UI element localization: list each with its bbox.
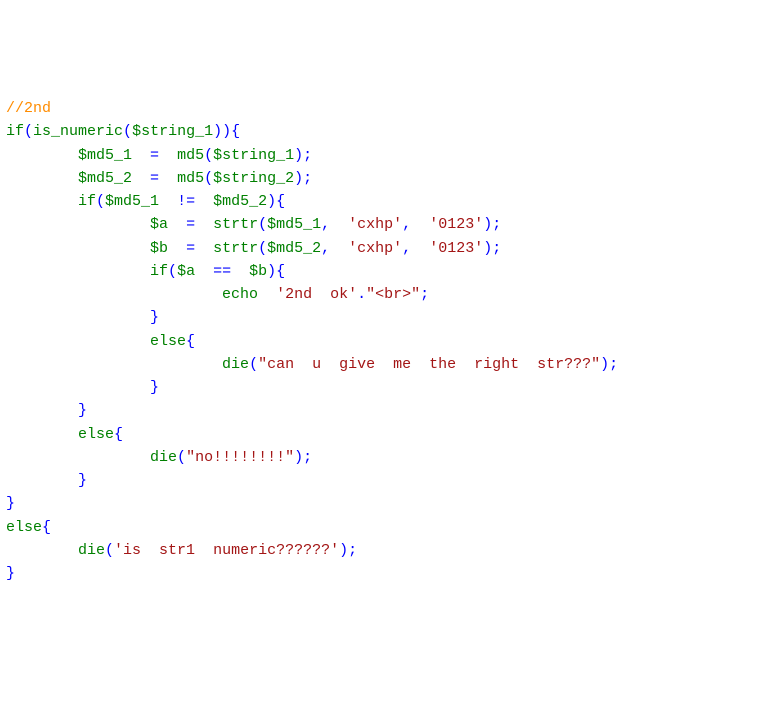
fn-die: die	[78, 542, 105, 559]
fn-die: die	[222, 356, 249, 373]
keyword-else: else	[150, 333, 186, 350]
keyword-else: else	[78, 426, 114, 443]
brace-close: }	[78, 472, 87, 489]
keyword-echo: echo	[222, 286, 258, 303]
comma: ,	[321, 216, 330, 233]
str-cant-give: "can u give me the right str???"	[258, 356, 600, 373]
str-cxhp: 'cxhp'	[348, 216, 402, 233]
brace-open: {	[276, 263, 285, 280]
keyword-if: if	[150, 263, 168, 280]
brace-close: }	[78, 402, 87, 419]
fn-die: die	[150, 449, 177, 466]
paren-close: )	[267, 263, 276, 280]
op-eq: ==	[213, 263, 231, 280]
semi: ;	[303, 147, 312, 164]
op-neq: !=	[177, 193, 195, 210]
semi: ;	[303, 170, 312, 187]
paren-open: (	[168, 263, 177, 280]
paren-open: (	[258, 216, 267, 233]
brace-close: }	[6, 565, 15, 582]
paren-open: (	[96, 193, 105, 210]
fn-md5: md5	[177, 147, 204, 164]
op-assign: =	[150, 147, 159, 164]
str-is-str1: 'is str1 numeric??????'	[114, 542, 339, 559]
semi: ;	[420, 286, 429, 303]
var-string-1: $string_1	[132, 123, 213, 140]
var-b: $b	[150, 240, 168, 257]
paren-close: )	[483, 216, 492, 233]
paren-open: (	[24, 123, 33, 140]
str-br: "<br>"	[366, 286, 420, 303]
var-a: $a	[177, 263, 195, 280]
paren-open: (	[105, 542, 114, 559]
keyword-if: if	[78, 193, 96, 210]
op-assign: =	[150, 170, 159, 187]
paren-close: )	[483, 240, 492, 257]
paren-close: )	[339, 542, 348, 559]
var-md5-2: $md5_2	[213, 193, 267, 210]
var-md5-1: $md5_1	[267, 216, 321, 233]
semi: ;	[492, 216, 501, 233]
code-block: //2nd if(is_numeric($string_1)){ $md5_1 …	[6, 97, 765, 585]
semi: ;	[348, 542, 357, 559]
var-md5-2: $md5_2	[78, 170, 132, 187]
fn-strtr: strtr	[213, 240, 258, 257]
semi: ;	[492, 240, 501, 257]
brace-open: {	[276, 193, 285, 210]
comma: ,	[321, 240, 330, 257]
comment: //2nd	[6, 100, 51, 117]
paren-close: )	[294, 147, 303, 164]
paren-open: (	[177, 449, 186, 466]
paren-close: )	[222, 123, 231, 140]
op-concat: .	[357, 286, 366, 303]
brace-open: {	[114, 426, 123, 443]
var-md5-2: $md5_2	[267, 240, 321, 257]
paren-open: (	[204, 147, 213, 164]
brace-close: }	[6, 495, 15, 512]
str-0123: '0123'	[429, 216, 483, 233]
keyword-else: else	[6, 519, 42, 536]
brace-close: }	[150, 309, 159, 326]
str-2nd-ok: '2nd ok'	[276, 286, 357, 303]
var-a: $a	[150, 216, 168, 233]
brace-close: }	[150, 379, 159, 396]
paren-close: )	[294, 449, 303, 466]
comma: ,	[402, 240, 411, 257]
var-md5-1: $md5_1	[78, 147, 132, 164]
paren-close: )	[600, 356, 609, 373]
paren-close: )	[267, 193, 276, 210]
paren-open: (	[123, 123, 132, 140]
keyword-if: if	[6, 123, 24, 140]
fn-strtr: strtr	[213, 216, 258, 233]
str-no: "no!!!!!!!!"	[186, 449, 294, 466]
comma: ,	[402, 216, 411, 233]
semi: ;	[303, 449, 312, 466]
var-b: $b	[249, 263, 267, 280]
fn-md5: md5	[177, 170, 204, 187]
paren-close: )	[294, 170, 303, 187]
brace-open: {	[42, 519, 51, 536]
var-string-1: $string_1	[213, 147, 294, 164]
paren-open: (	[204, 170, 213, 187]
op-assign: =	[186, 216, 195, 233]
op-assign: =	[186, 240, 195, 257]
str-cxhp: 'cxhp'	[348, 240, 402, 257]
var-string-2: $string_2	[213, 170, 294, 187]
semi: ;	[609, 356, 618, 373]
var-md5-1: $md5_1	[105, 193, 159, 210]
fn-is-numeric: is_numeric	[33, 123, 123, 140]
paren-close: )	[213, 123, 222, 140]
paren-open: (	[258, 240, 267, 257]
paren-open: (	[249, 356, 258, 373]
str-0123: '0123'	[429, 240, 483, 257]
brace-open: {	[231, 123, 240, 140]
brace-open: {	[186, 333, 195, 350]
